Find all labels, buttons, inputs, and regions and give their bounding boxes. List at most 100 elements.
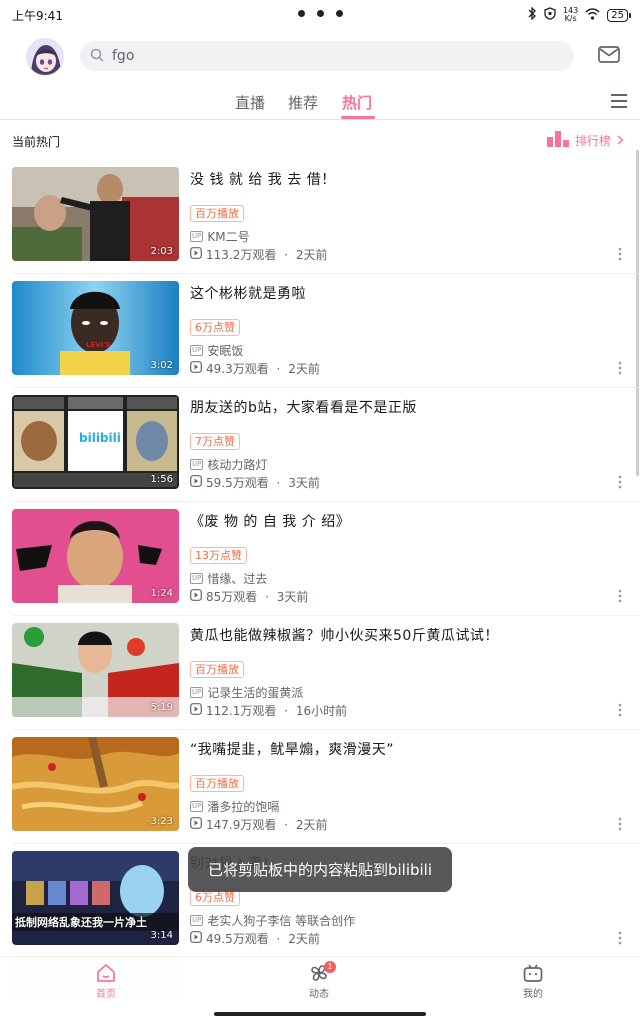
play-count-icon	[190, 817, 202, 832]
shirt-logo-text: LEVI'S	[86, 341, 111, 349]
vpn-shield-icon	[544, 7, 556, 23]
ranking-chart-icon	[546, 131, 569, 150]
view-count: 59.5万观看	[206, 476, 269, 490]
avatar[interactable]	[26, 38, 64, 76]
video-thumbnail[interactable]: 1:24	[12, 509, 179, 603]
notification-badge: 1	[324, 961, 336, 973]
uploader-name: 核动力路灯	[207, 458, 268, 472]
ranking-link[interactable]: 排行榜	[546, 131, 624, 150]
search-query: fgo	[112, 48, 135, 64]
more-options-icon[interactable]	[618, 702, 622, 717]
more-options-icon[interactable]	[618, 474, 622, 489]
video-duration: 1:24	[150, 588, 173, 599]
meta-separator-icon: ·	[272, 931, 285, 946]
search-icon	[90, 47, 104, 66]
active-tab-indicator	[341, 116, 375, 119]
video-thumbnail[interactable]: 抵制网络乱象还我一片净土 3:14	[12, 851, 179, 945]
video-card[interactable]: 2:03 没 钱 就 给 我 去 借！ 百万播放 UP KM二号 113.2万观看…	[0, 160, 640, 274]
up-tag-icon: UP	[190, 459, 204, 470]
publish-time: 3天前	[276, 590, 309, 604]
uploader-name: 安眠饭	[207, 344, 244, 358]
video-meta: 59.5万观看 · 3天前	[190, 474, 320, 491]
uploader-row[interactable]: UP 老实人狗子李信 等联合创作	[190, 912, 355, 929]
nav-dynamic[interactable]: 1 动态	[289, 961, 349, 1000]
up-tag-icon: UP	[190, 687, 204, 698]
video-badge: 百万播放	[190, 205, 244, 222]
publish-time: 16小时前	[295, 704, 348, 718]
video-title[interactable]: 黄瓜也能做辣椒酱？帅小伙买来50斤黄瓜试试！	[190, 625, 610, 645]
menu-icon[interactable]	[610, 93, 628, 113]
home-indicator[interactable]	[214, 1012, 426, 1016]
tab-recommend[interactable]: 推荐	[288, 92, 318, 113]
uploader-row[interactable]: UP 安眠饭	[190, 342, 243, 359]
up-tag-icon: UP	[190, 915, 204, 926]
network-speed: 143 K/s	[562, 6, 579, 23]
uploader-row[interactable]: UP 潘多拉的饱嗝	[190, 798, 279, 815]
uploader-row[interactable]: UP 核动力路灯	[190, 456, 267, 473]
play-count-icon	[190, 931, 202, 946]
home-icon	[76, 961, 136, 985]
more-options-icon[interactable]	[618, 360, 622, 375]
video-card[interactable]: LEVI'S 3:02 这个彬彬就是勇啦 6万点赞 UP 安眠饭 49.3万观看 …	[0, 274, 640, 388]
video-title[interactable]: 没 钱 就 给 我 去 借！	[190, 169, 610, 189]
more-options-icon[interactable]	[618, 246, 622, 261]
tab-live[interactable]: 直播	[235, 92, 265, 113]
video-thumbnail[interactable]: 2:03	[12, 167, 179, 261]
more-options-icon[interactable]	[618, 588, 622, 603]
mail-icon[interactable]	[598, 46, 620, 67]
video-card[interactable]: 5:19 黄瓜也能做辣椒酱？帅小伙买来50斤黄瓜试试！ 百万播放 UP 记录生活的…	[0, 616, 640, 730]
video-card[interactable]: bilibili 1:56 朋友送的b站，大家看看是不是正版 7万点赞 UP 核动…	[0, 388, 640, 502]
chevron-right-icon	[617, 134, 624, 148]
status-bar: 上午9:41 143 K/s 25	[0, 0, 640, 30]
meta-separator-icon: ·	[280, 817, 292, 832]
more-options-icon[interactable]	[618, 816, 622, 831]
video-duration: 1:56	[150, 474, 173, 485]
search-bar[interactable]: fgo	[80, 41, 574, 71]
video-thumbnail[interactable]: LEVI'S 3:02	[12, 281, 179, 375]
view-count: 85万观看	[206, 590, 258, 604]
uploader-name: 老实人狗子李信 等联合创作	[207, 914, 356, 928]
video-duration: 5:19	[150, 702, 173, 713]
up-tag-icon: UP	[190, 231, 204, 242]
play-count-icon	[190, 475, 202, 490]
play-count-icon	[190, 361, 202, 376]
uploader-row[interactable]: UP KM二号	[190, 228, 250, 245]
video-card[interactable]: 3:23 “我嘴提韭，鱿旱煽，爽滑漫天” 百万播放 UP 潘多拉的饱嗝 147.9…	[0, 730, 640, 844]
meta-separator-icon: ·	[272, 361, 285, 376]
ranking-label: 排行榜	[574, 134, 611, 148]
video-meta: 147.9万观看 · 2天前	[190, 816, 327, 833]
nav-mine[interactable]: 我的	[503, 961, 563, 1000]
video-title[interactable]: 这个彬彬就是勇啦	[190, 283, 610, 303]
uploader-row[interactable]: UP 记录生活的蛋黄派	[190, 684, 303, 701]
uploader-row[interactable]: UP 惜缘、过去	[190, 570, 267, 587]
status-time: 上午9:41	[12, 8, 63, 23]
section-title: 当前热门	[12, 135, 61, 149]
publish-time: 3天前	[288, 476, 320, 490]
video-title[interactable]: 《废 物 的 自 我 介 绍》	[190, 511, 610, 531]
bilibili-logo-text: bilibili	[79, 431, 121, 445]
video-duration: 2:03	[150, 246, 173, 257]
video-thumbnail[interactable]: 5:19	[12, 623, 179, 717]
up-tag-icon: UP	[190, 345, 204, 356]
video-duration: 3:02	[150, 360, 173, 371]
uploader-name: 潘多拉的饱嗝	[207, 800, 280, 814]
uploader-name: KM二号	[207, 230, 250, 244]
meta-separator-icon: ·	[272, 475, 285, 490]
meta-separator-icon: ·	[280, 247, 292, 262]
video-card[interactable]: 1:24 《废 物 的 自 我 介 绍》 13万点赞 UP 惜缘、过去 85万观看…	[0, 502, 640, 616]
nav-mine-label: 我的	[523, 989, 543, 1000]
video-title[interactable]: 朋友送的b站，大家看看是不是正版	[190, 397, 610, 417]
nav-home[interactable]: 首页	[76, 961, 136, 1000]
video-meta: 85万观看 · 3天前	[190, 588, 308, 605]
video-badge: 百万播放	[190, 661, 244, 678]
more-options-icon[interactable]	[618, 930, 622, 945]
video-title[interactable]: “我嘴提韭，鱿旱煽，爽滑漫天”	[190, 739, 610, 759]
tab-hot[interactable]: 热门	[342, 92, 372, 113]
video-thumbnail[interactable]: bilibili 1:56	[12, 395, 179, 489]
video-duration: 3:23	[150, 816, 173, 827]
video-thumbnail[interactable]: 3:23	[12, 737, 179, 831]
play-count-icon	[190, 247, 202, 262]
up-tag-icon: UP	[190, 573, 204, 584]
multitask-dots-icon[interactable]	[298, 10, 343, 17]
video-duration: 3:14	[150, 930, 173, 941]
